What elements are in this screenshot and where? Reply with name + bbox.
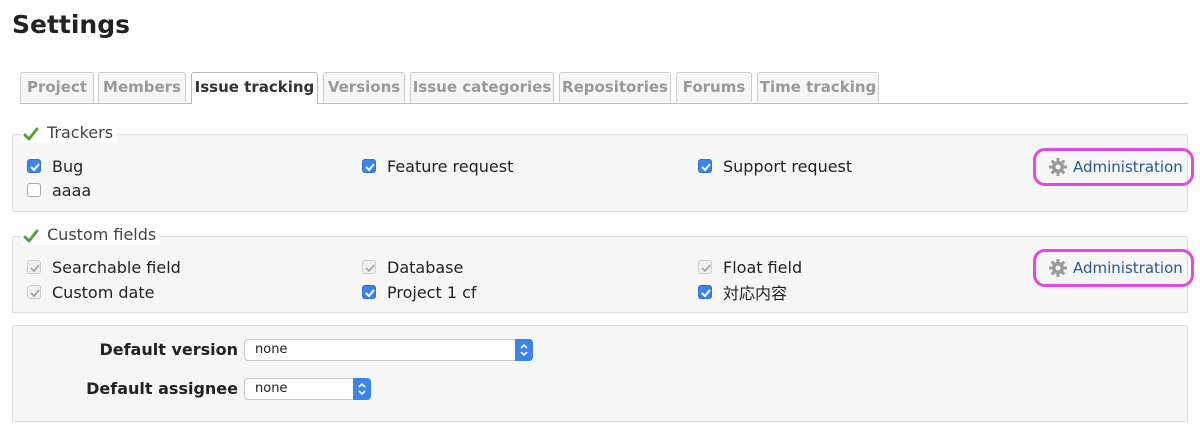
default-assignee-label: Default assignee <box>86 379 238 398</box>
checkbox-disabled-checked <box>698 260 712 274</box>
default-assignee-value: none <box>255 381 288 396</box>
tab-project[interactable]: Project <box>20 72 94 102</box>
custom-field-option-searchable[interactable]: Searchable field <box>27 256 181 278</box>
checkbox-unchecked[interactable] <box>27 183 41 197</box>
trackers-legend-label: Trackers <box>47 123 114 142</box>
custom-field-option-database[interactable]: Database <box>362 256 463 278</box>
custom-fields-fieldset: Custom fields Searchable field Database … <box>12 225 1194 313</box>
select-arrows-icon <box>515 339 533 361</box>
tab-versions[interactable]: Versions <box>323 72 405 102</box>
tab-repositories[interactable]: Repositories <box>559 72 671 102</box>
tracker-option-aaaa[interactable]: aaaa <box>27 179 91 201</box>
select-arrows-icon <box>353 378 371 400</box>
option-label: Searchable field <box>52 257 181 277</box>
tab-members[interactable]: Members <box>98 72 186 102</box>
tab-forums[interactable]: Forums <box>676 72 752 102</box>
custom-field-option-taiou-naiyou[interactable]: 対応内容 <box>698 281 787 303</box>
tab-issue-categories[interactable]: Issue categories <box>410 72 554 102</box>
custom-field-option-project-1-cf[interactable]: Project 1 cf <box>362 281 477 303</box>
trackers-administration-link[interactable]: Administration <box>1033 148 1194 186</box>
default-version-value: none <box>255 342 288 357</box>
option-label: Project 1 cf <box>387 282 477 302</box>
checkbox-checked[interactable] <box>362 159 376 173</box>
gear-icon <box>1049 158 1067 176</box>
checkbox-checked[interactable] <box>27 159 41 173</box>
checkbox-disabled-checked <box>27 260 41 274</box>
tracker-option-bug[interactable]: Bug <box>27 155 83 177</box>
option-label: Bug <box>52 156 84 176</box>
checkmark-icon <box>23 127 39 141</box>
gear-icon <box>1049 259 1067 277</box>
tab-issue-tracking[interactable]: Issue tracking <box>191 72 318 104</box>
checkbox-disabled-checked <box>27 285 41 299</box>
tab-time-tracking[interactable]: Time tracking <box>757 72 879 102</box>
option-label: Support request <box>723 156 853 176</box>
checkbox-checked[interactable] <box>698 285 712 299</box>
option-label: Custom date <box>52 282 155 302</box>
checkbox-checked[interactable] <box>362 285 376 299</box>
default-assignee-select[interactable]: none <box>244 378 371 400</box>
page-title: Settings <box>12 10 131 39</box>
tab-bar: Project Members Issue tracking Versions … <box>20 72 1188 104</box>
custom-fields-administration-link[interactable]: Administration <box>1033 249 1194 287</box>
default-version-label: Default version <box>99 340 238 359</box>
tracker-option-support-request[interactable]: Support request <box>698 155 852 177</box>
option-label: aaaa <box>52 180 92 200</box>
trackers-fieldset: Trackers Bug Feature request Support req… <box>12 123 1194 212</box>
checkbox-checked[interactable] <box>698 159 712 173</box>
administration-label: Administration <box>1073 158 1183 176</box>
default-version-select[interactable]: none <box>244 339 533 361</box>
custom-field-option-float[interactable]: Float field <box>698 256 802 278</box>
trackers-legend[interactable]: Trackers <box>21 123 118 143</box>
option-label: Float field <box>723 257 803 277</box>
defaults-box: Default version none Default assignee no… <box>12 325 1188 422</box>
checkbox-disabled-checked <box>362 260 376 274</box>
checkmark-icon <box>23 229 39 243</box>
custom-field-option-custom-date[interactable]: Custom date <box>27 281 154 303</box>
administration-label: Administration <box>1073 259 1183 277</box>
option-label: Feature request <box>387 156 514 176</box>
custom-fields-legend-label: Custom fields <box>47 225 157 244</box>
tracker-option-feature-request[interactable]: Feature request <box>362 155 513 177</box>
custom-fields-legend[interactable]: Custom fields <box>21 225 161 245</box>
option-label: Database <box>387 257 464 277</box>
option-label: 対応内容 <box>723 284 788 303</box>
